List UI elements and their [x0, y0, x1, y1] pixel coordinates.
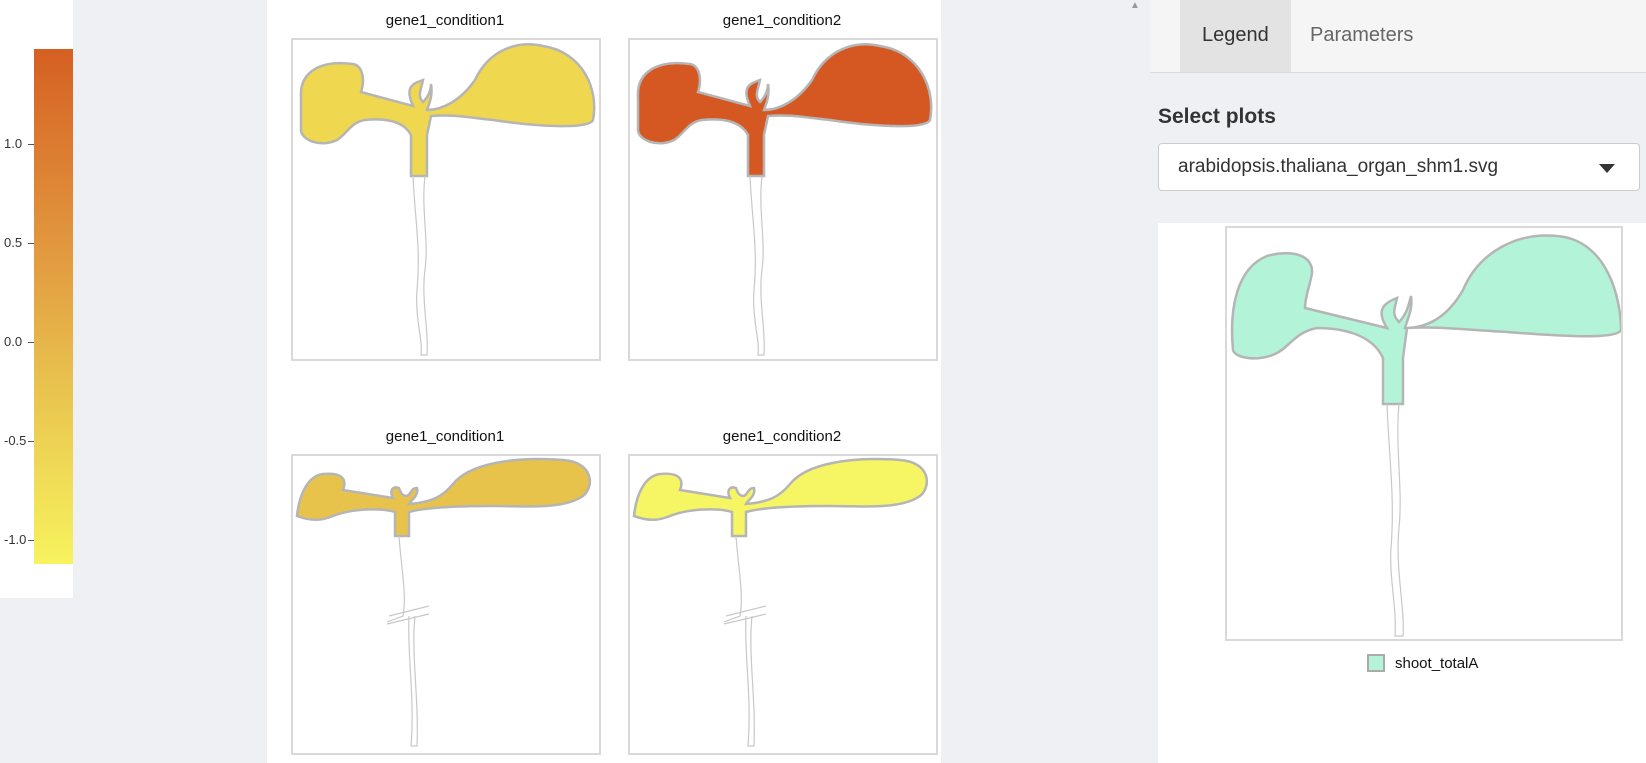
- chevron-down-icon: [1599, 164, 1615, 173]
- tick-mark: [28, 540, 34, 541]
- plot-title: gene1_condition1: [385, 12, 505, 29]
- legend-plot-area: shoot_totalA: [1158, 223, 1646, 763]
- plot-panel: [628, 454, 938, 755]
- tick-label: 1.0: [4, 136, 23, 151]
- tick-mark: [28, 144, 34, 145]
- tick-mark: [28, 441, 34, 442]
- tab-legend[interactable]: Legend: [1180, 0, 1291, 72]
- plot-title: gene1_condition2: [722, 12, 842, 29]
- color-key: 1.0 0.5 0.0 -0.5 -1.0: [0, 0, 73, 598]
- seedling-shoot: [295, 457, 592, 538]
- plot-title: gene1_condition1: [385, 428, 505, 445]
- tab-bar: Legend Parameters: [1150, 0, 1646, 73]
- tick-label: -0.5: [4, 433, 27, 448]
- seedling-root: [412, 175, 428, 356]
- tick-label: 0.5: [4, 235, 23, 250]
- seedling-root: [749, 175, 765, 356]
- color-gradient-bar: [34, 49, 73, 564]
- legend-plot-frame: [1225, 226, 1623, 641]
- scroll-up-arrow-icon[interactable]: ▲: [1130, 0, 1140, 11]
- plot-title: gene1_condition2: [722, 428, 842, 445]
- tick-mark: [28, 342, 34, 343]
- plot-panel: [291, 454, 601, 755]
- select-plots-label: Select plots: [1158, 105, 1276, 128]
- plot-panel: [291, 38, 601, 361]
- legend-key-label: shoot_totalA: [1395, 655, 1479, 672]
- seedling-shoot: [636, 43, 933, 178]
- seedling-shoot: [299, 43, 596, 178]
- tick-label: -1.0: [4, 532, 27, 547]
- tick-label: 0.0: [4, 334, 23, 349]
- select-plots-value: arabidopsis.thaliana_organ_shm1.svg: [1178, 156, 1499, 177]
- sidebar: Legend Parameters Select plots arabidops…: [1150, 0, 1646, 763]
- seedling-root: [1386, 403, 1404, 637]
- seedling-root: [723, 535, 767, 747]
- select-plots-dropdown[interactable]: arabidopsis.thaliana_organ_shm1.svg: [1158, 143, 1640, 191]
- plot-panel: [628, 38, 938, 361]
- tick-mark: [28, 243, 34, 244]
- legend-key-swatch: [1367, 654, 1385, 672]
- tab-parameters[interactable]: Parameters: [1288, 0, 1435, 72]
- seedling-shoot: [1230, 234, 1623, 406]
- seedling-root: [386, 535, 430, 747]
- plot-grid: gene1_condition1 gene1_condition2 gene1_…: [267, 0, 941, 763]
- seedling-shoot: [632, 457, 929, 538]
